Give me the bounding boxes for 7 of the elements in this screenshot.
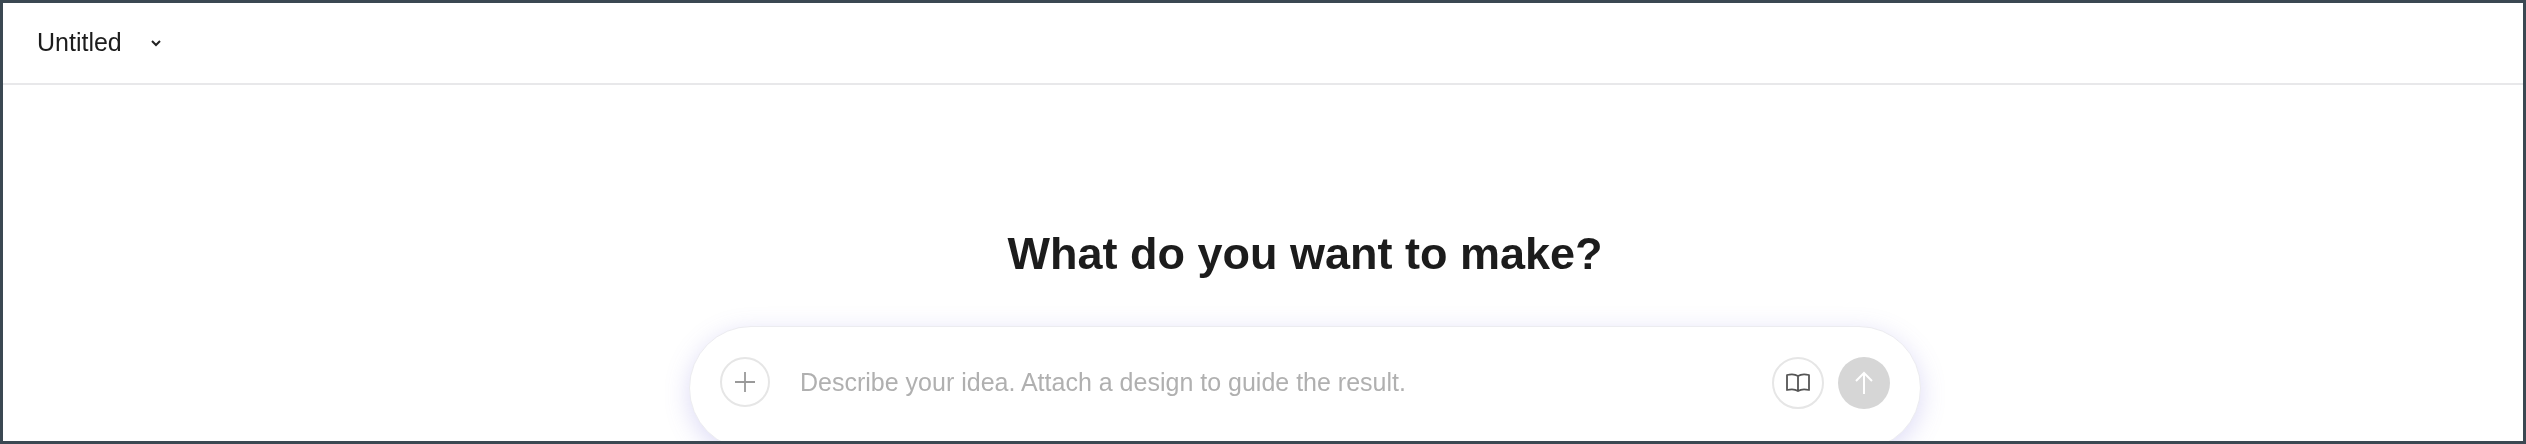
heading: What do you want to make? (1007, 231, 1603, 276)
book-icon (1784, 371, 1812, 395)
prompt-field[interactable]: Describe your idea. Attach a design to guide the result. (689, 326, 1921, 441)
document-title: Untitled (37, 27, 122, 59)
plus-icon (733, 370, 757, 394)
book-button[interactable] (1772, 357, 1824, 409)
prompt-input[interactable]: Describe your idea. Attach a design to guide the result. (800, 357, 1742, 407)
